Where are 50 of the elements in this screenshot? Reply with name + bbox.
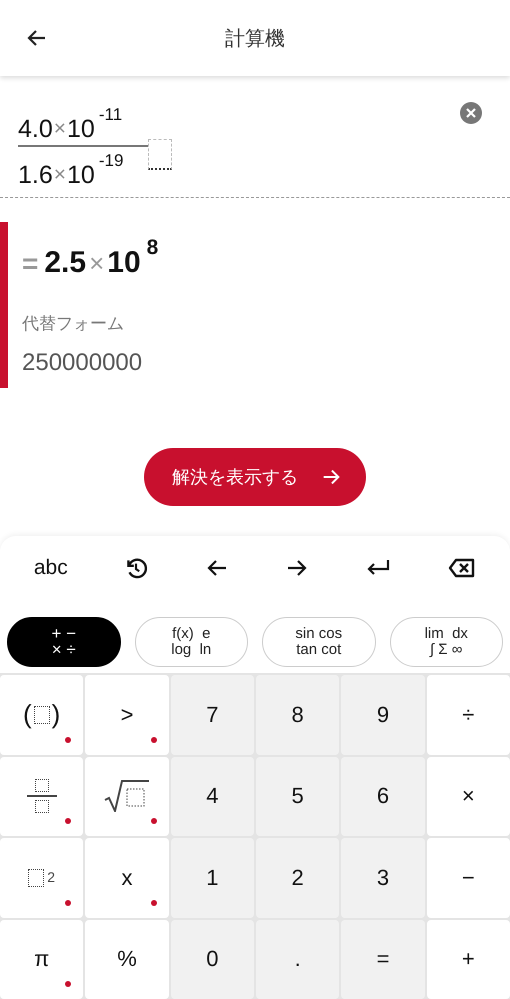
numerator-exponent: -11 xyxy=(98,106,122,124)
input-placeholder[interactable] xyxy=(148,138,172,170)
alternative-form-value: 250000000 xyxy=(22,349,144,377)
keypad-key[interactable]: 1 xyxy=(170,838,254,918)
keypad-key[interactable]: 2 xyxy=(256,838,340,918)
keypad-key[interactable] xyxy=(0,756,84,836)
keypad-key[interactable]: π xyxy=(0,920,84,999)
keypad-key[interactable]: ( ) xyxy=(0,675,84,754)
backspace-icon[interactable] xyxy=(448,556,476,580)
times-sign: × xyxy=(54,116,66,142)
keypad-key[interactable]: 6 xyxy=(341,756,425,836)
keypad-key[interactable]: = xyxy=(341,920,425,999)
keypad-key[interactable]: 2 xyxy=(0,838,84,918)
category-tab[interactable]: + − × ÷ xyxy=(7,617,120,667)
keypad-key[interactable]: 0 xyxy=(170,920,254,999)
category-tab[interactable]: lim dx ∫ Σ ∞ xyxy=(390,617,503,667)
keypad-key[interactable]: − xyxy=(426,838,510,918)
keypad-key[interactable]: % xyxy=(85,920,169,999)
clear-icon[interactable] xyxy=(460,102,482,124)
numerator-base: 10 xyxy=(67,114,95,145)
result-exponent: 8 xyxy=(146,236,158,260)
equals-sign: = xyxy=(22,248,38,280)
keypad-key[interactable]: 3 xyxy=(341,838,425,918)
category-tab[interactable]: f(x) e log ln xyxy=(134,617,248,667)
times-sign: × xyxy=(89,248,104,279)
keypad-key[interactable]: + xyxy=(426,920,510,999)
show-solution-button[interactable]: 解決を表示する xyxy=(144,448,366,506)
numerator-mantissa: 4.0 xyxy=(18,114,53,145)
square-root-icon xyxy=(104,780,150,812)
result-base: 10 xyxy=(107,246,141,280)
category-tab[interactable]: sin cos tan cot xyxy=(262,617,376,667)
denominator-base: 10 xyxy=(67,160,95,191)
alternative-form-label: 代替フォーム xyxy=(22,313,125,335)
keypad-key[interactable]: 5 xyxy=(256,756,340,836)
keypad-key[interactable]: . xyxy=(256,920,340,999)
denominator-mantissa: 1.6 xyxy=(18,160,53,191)
keypad-key[interactable]: x xyxy=(85,838,169,918)
abc-key[interactable]: abc xyxy=(34,556,68,580)
keypad-key[interactable]: ÷ xyxy=(426,675,510,754)
denominator-exponent: -19 xyxy=(98,152,124,170)
result-mantissa: 2.5 xyxy=(44,246,86,280)
keypad-key[interactable]: 9 xyxy=(341,675,425,754)
keypad-key[interactable]: > xyxy=(85,675,169,754)
keypad-key[interactable]: 4 xyxy=(170,756,254,836)
times-sign: × xyxy=(54,162,66,188)
keypad-key[interactable]: 8 xyxy=(256,675,340,754)
keypad-key[interactable]: 7 xyxy=(170,675,254,754)
keypad-key[interactable] xyxy=(85,756,169,836)
header-title: 計算機 xyxy=(225,24,285,52)
keypad-key[interactable]: × xyxy=(426,756,510,836)
